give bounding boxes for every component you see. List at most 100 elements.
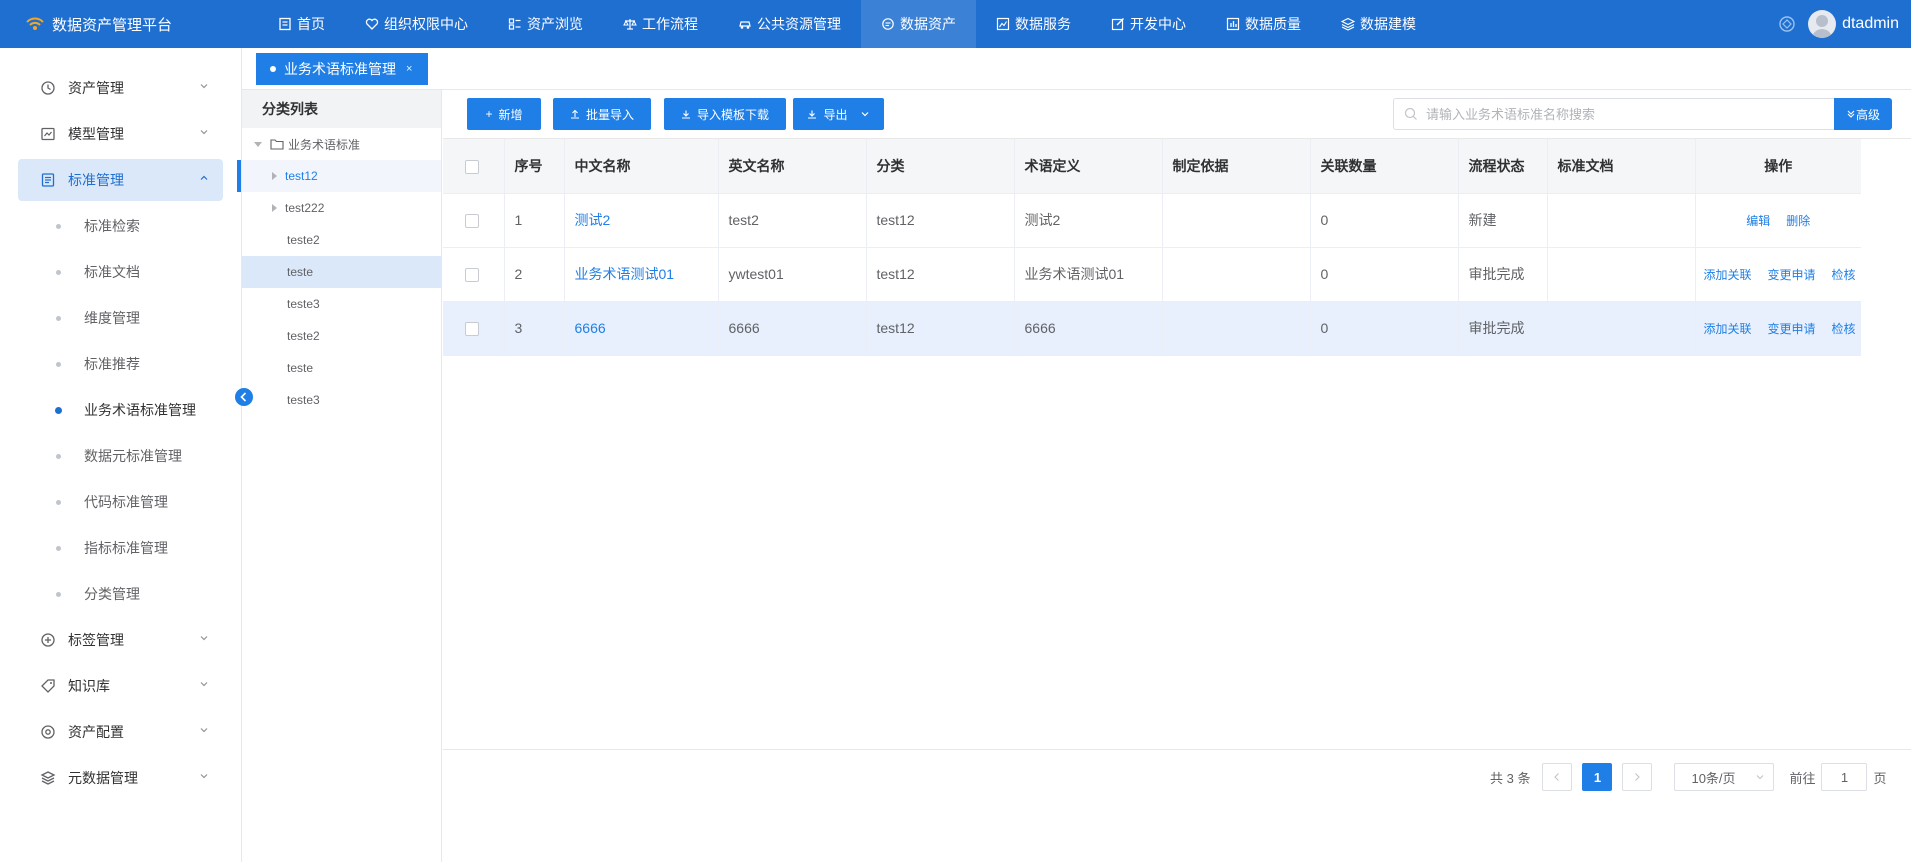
select-all-checkbox[interactable] <box>465 159 479 174</box>
nav-home[interactable]: 首页 <box>258 0 345 48</box>
term-name-link[interactable]: 测试2 <box>575 212 611 228</box>
sidebar-subitem-business-term[interactable]: 业务术语标准管理 <box>18 389 223 431</box>
row-checkbox[interactable] <box>465 268 479 283</box>
term-name-link[interactable]: 业务术语测试01 <box>575 266 675 282</box>
row-checkbox[interactable] <box>465 214 479 229</box>
sidebar-item-asset-config[interactable]: 资产配置 <box>18 711 223 753</box>
cell-basis <box>1162 247 1311 302</box>
sidebar-subitem-metric-standard[interactable]: 指标标准管理 <box>18 527 223 569</box>
page-number-button[interactable]: 1 <box>1582 763 1613 791</box>
bullet-dot-icon <box>56 592 61 597</box>
total-count: 共 3 条 <box>1490 770 1531 786</box>
advanced-search-button[interactable]: 高级 <box>1834 98 1892 130</box>
nav-asset-browse[interactable]: 资产浏览 <box>488 0 603 48</box>
add-link-button[interactable]: 添加关联 <box>1704 268 1752 282</box>
prev-page-button[interactable] <box>1542 763 1573 791</box>
term-name-link[interactable]: 6666 <box>575 320 606 336</box>
sidebar-subitem-recommend[interactable]: 标准推荐 <box>18 343 223 385</box>
cell-actions: 添加关联 变更申请 检核 <box>1695 301 1861 356</box>
sidebar-item-asset-management[interactable]: 资产管理 <box>18 67 223 109</box>
caret-down-icon[interactable] <box>254 141 262 147</box>
template-download-button[interactable]: 导入模板下载 <box>664 98 786 130</box>
tree-node-test12[interactable]: test12 <box>237 160 441 192</box>
ai-assistant-icon[interactable] <box>1776 13 1798 35</box>
nav-dev-center[interactable]: 开发中心 <box>1091 0 1206 48</box>
tree-node[interactable]: teste <box>242 256 441 288</box>
tree-node-test222[interactable]: test222 <box>242 192 441 224</box>
nav-data-quality[interactable]: 数据质量 <box>1206 0 1321 48</box>
row-select-cell <box>443 247 505 302</box>
username[interactable]: dtadmin <box>1842 15 1899 33</box>
sidebar-subitem-dimension[interactable]: 维度管理 <box>18 297 223 339</box>
sidebar-subitem-standard-search[interactable]: 标准检索 <box>18 205 223 247</box>
export-dropdown-button[interactable]: 导出 <box>793 98 884 130</box>
caret-right-icon[interactable] <box>272 204 277 212</box>
sidebar-subitem-category[interactable]: 分类管理 <box>18 573 223 615</box>
nav-label: 公共资源管理 <box>757 16 841 32</box>
sidebar-collapse-button[interactable] <box>235 388 253 406</box>
chevron-down-icon <box>200 84 208 89</box>
sidebar-item-standard-management[interactable]: 标准管理 <box>18 159 223 201</box>
caret-right-icon[interactable] <box>272 172 277 180</box>
page-size-select[interactable]: 10条/页 <box>1674 763 1775 791</box>
sidebar-subitem-standard-doc[interactable]: 标准文档 <box>18 251 223 293</box>
nav-data-service[interactable]: 数据服务 <box>976 0 1091 48</box>
layers-icon <box>1341 17 1355 31</box>
batch-import-button[interactable]: 批量导入 <box>553 98 651 130</box>
sidebar-subitem-code-standard[interactable]: 代码标准管理 <box>18 481 223 523</box>
sidebar-subitem-label: 标准文档 <box>84 264 140 280</box>
bullet-dot-icon <box>56 316 61 321</box>
tab-business-term[interactable]: 业务术语标准管理 × <box>256 53 429 85</box>
edit-button[interactable]: 编辑 <box>1746 214 1770 228</box>
chevron-left-icon <box>1554 773 1560 781</box>
search-icon <box>1404 107 1417 120</box>
cell-actions: 编辑 删除 <box>1695 193 1861 248</box>
cell-status: 审批完成 <box>1458 301 1548 356</box>
nav-public-resource[interactable]: 公共资源管理 <box>718 0 861 48</box>
sidebar-item-knowledge-base[interactable]: 知识库 <box>18 665 223 707</box>
cell-en-name: test2 <box>718 193 867 248</box>
chevron-down-icon <box>200 728 208 733</box>
scale-icon <box>623 19 637 30</box>
sidebar-item-metadata-management[interactable]: 元数据管理 <box>18 757 223 799</box>
sidebar-subitem-data-element[interactable]: 数据元标准管理 <box>18 435 223 477</box>
row-checkbox[interactable] <box>465 322 479 337</box>
tree-node[interactable]: teste3 <box>242 384 441 416</box>
sidebar-item-tag-management[interactable]: 标签管理 <box>18 619 223 661</box>
tree-node[interactable]: teste2 <box>242 224 441 256</box>
add-button[interactable]: + 新增 <box>467 98 541 130</box>
download-icon <box>681 110 690 119</box>
nav-data-modeling[interactable]: 数据建模 <box>1321 0 1436 48</box>
nav-workflow[interactable]: 工作流程 <box>603 0 718 48</box>
sidebar-subitem-label: 维度管理 <box>84 310 140 326</box>
nav-org-permission[interactable]: 组织权限中心 <box>345 0 488 48</box>
tree-node[interactable]: teste3 <box>242 288 441 320</box>
nav-label: 首页 <box>297 16 325 32</box>
sidebar-subitem-label: 分类管理 <box>84 586 140 602</box>
nav-label: 资产浏览 <box>527 16 583 32</box>
nav-data-asset[interactable]: 数据资产 <box>861 0 976 48</box>
cell-doc <box>1547 301 1696 356</box>
tree-node-label: 业务术语标准 <box>288 137 361 152</box>
tree-node[interactable]: teste2 <box>242 320 441 352</box>
close-icon[interactable]: × <box>406 63 412 75</box>
change-request-button[interactable]: 变更申请 <box>1768 268 1816 282</box>
grid-list-icon <box>508 18 521 30</box>
delete-button[interactable]: 删除 <box>1786 214 1810 228</box>
table-row: 3 6666 6666 test12 6666 0 审批完成 添加关联 变更申请 检… <box>443 301 1861 356</box>
search-input[interactable] <box>1426 106 1834 122</box>
next-page-button[interactable] <box>1622 763 1653 791</box>
check-button[interactable]: 检核 <box>1832 268 1856 282</box>
tree-node-root[interactable]: 业务术语标准 <box>242 128 441 160</box>
avatar[interactable] <box>1808 10 1837 38</box>
tree-node[interactable]: teste <box>242 352 441 384</box>
cell-basis <box>1162 193 1311 248</box>
goto-page-input[interactable] <box>1821 763 1868 791</box>
check-button[interactable]: 检核 <box>1832 322 1856 336</box>
sidebar-item-model-management[interactable]: 模型管理 <box>18 113 223 155</box>
change-request-button[interactable]: 变更申请 <box>1768 322 1816 336</box>
button-label: 导入模板下载 <box>696 107 769 122</box>
page-size-value: 10条/页 <box>1691 770 1736 786</box>
add-link-button[interactable]: 添加关联 <box>1704 322 1752 336</box>
brand[interactable]: 数据资产管理平台 <box>0 0 258 48</box>
